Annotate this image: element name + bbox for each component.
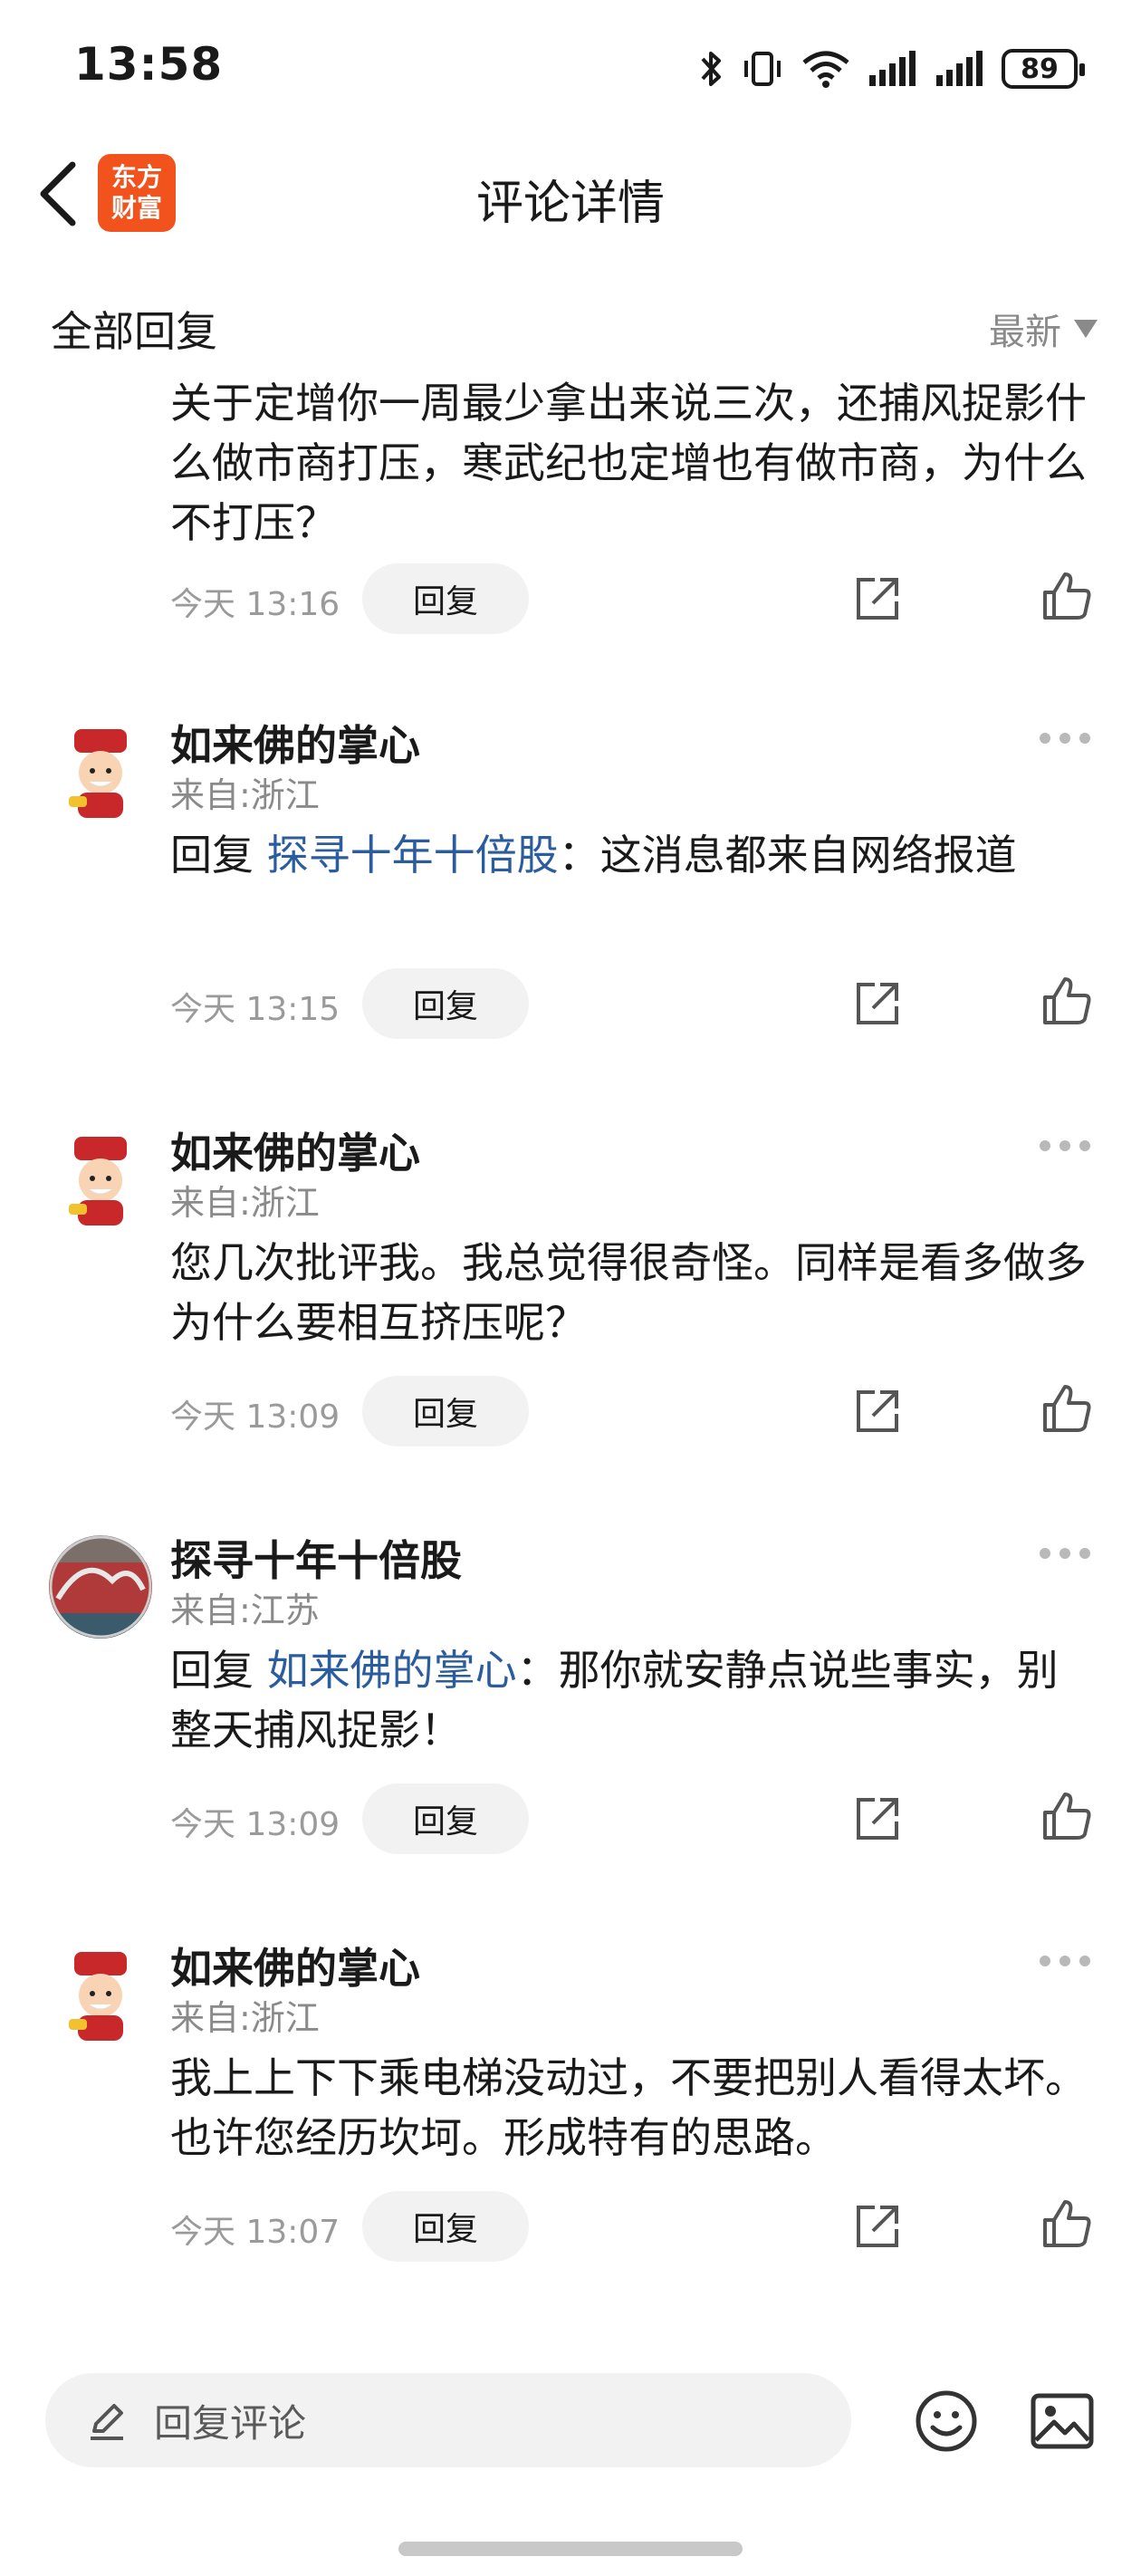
thumbs-up-icon[interactable]: [1041, 1383, 1092, 1434]
share-icon[interactable]: [853, 2202, 902, 2251]
share-icon[interactable]: [853, 1387, 902, 1436]
comment-time: 今天 13:09: [170, 1806, 340, 1843]
more-icon[interactable]: [1040, 1140, 1090, 1151]
status-icons: 89: [699, 43, 1085, 94]
image-icon[interactable]: [1031, 2393, 1094, 2449]
comment-time: 今天 13:16: [170, 586, 340, 623]
avatar[interactable]: [49, 1535, 152, 1639]
thumbs-up-icon[interactable]: [1041, 976, 1092, 1026]
reply-input[interactable]: 回复评论: [45, 2373, 851, 2467]
avatar[interactable]: [49, 1128, 152, 1231]
comment-location: 来自:浙江: [170, 1183, 320, 1223]
more-icon[interactable]: [1040, 1956, 1090, 1966]
comment-text: 关于定增你一周最少拿出来说三次，还捕风捉影什么做市商打压，寒武纪也定增也有做市商…: [170, 379, 1087, 547]
comment-text: 回复 探寻十年十倍股：这消息都来自网络报道: [170, 825, 1094, 885]
more-icon[interactable]: [1040, 733, 1090, 744]
thumbs-up-icon[interactable]: [1041, 2198, 1092, 2249]
list-header: 全部回复 最新: [0, 272, 1141, 380]
status-time: 13:58: [74, 38, 224, 91]
reply-to-user-link[interactable]: 如来佛的掌心: [267, 1646, 517, 1695]
all-replies-label: 全部回复: [51, 307, 217, 356]
reply-prefix: 回复: [170, 1646, 254, 1695]
pen-icon: [91, 2404, 123, 2440]
share-icon[interactable]: [853, 979, 902, 1028]
wifi-icon: [802, 51, 849, 88]
vibrate-icon: [744, 52, 781, 86]
thumbs-up-icon[interactable]: [1041, 1791, 1092, 1841]
nav-bar: 东方 财富 评论详情: [0, 136, 1141, 254]
comment-author[interactable]: 如来佛的掌心: [170, 1936, 420, 1995]
battery-indicator: 89: [1002, 49, 1085, 89]
battery-level: 89: [1021, 53, 1059, 85]
avatar[interactable]: [49, 1943, 152, 2046]
bluetooth-icon: [701, 52, 721, 86]
sort-dropdown[interactable]: 最新: [989, 303, 1098, 355]
reply-to-user-link[interactable]: 探寻十年十倍股: [267, 831, 559, 879]
reply-button[interactable]: 回复: [362, 563, 529, 634]
bottom-reply-bar: 回复评论: [0, 2337, 1141, 2500]
share-icon[interactable]: [853, 574, 902, 623]
reply-button[interactable]: 回复: [362, 968, 529, 1039]
more-icon[interactable]: [1040, 1548, 1090, 1559]
comment-time: 今天 13:15: [170, 991, 340, 1028]
comment-location: 来自:浙江: [170, 775, 320, 815]
reply-button[interactable]: 回复: [362, 2191, 529, 2262]
comment-time: 今天 13:09: [170, 1399, 340, 1436]
page-title: 评论详情: [475, 177, 665, 231]
comment-location: 来自:浙江: [170, 1998, 320, 2038]
comment-text: 回复 如来佛的掌心：那你就安静点说些事实，别整天捕风捉影！: [170, 1640, 1094, 1760]
signal-icon: [869, 51, 916, 86]
reply-input-placeholder: 回复评论: [154, 2400, 307, 2446]
comment-location: 来自:江苏: [170, 1591, 320, 1630]
reply-button[interactable]: 回复: [362, 1376, 529, 1447]
share-icon[interactable]: [853, 1794, 902, 1843]
comment-author[interactable]: 探寻十年十倍股: [170, 1528, 462, 1588]
emoji-icon[interactable]: [915, 2389, 978, 2453]
avatar[interactable]: [49, 720, 152, 823]
comment-text: 您几次批评我。我总觉得很奇怪。同样是看多做多为什么要相互挤压呢？: [170, 1238, 1087, 1347]
signal-icon: [936, 51, 983, 86]
home-indicator[interactable]: [398, 2542, 743, 2556]
sort-label: 最新: [989, 312, 1061, 353]
triangle-down-icon: [1074, 320, 1098, 338]
status-bar: 13:58 89: [0, 0, 1141, 136]
reply-prefix: 回复: [170, 831, 254, 879]
comment-text-body: ：这消息都来自网络报道: [558, 831, 1017, 879]
thumbs-up-icon[interactable]: [1041, 571, 1092, 621]
comment-author[interactable]: 如来佛的掌心: [170, 713, 420, 773]
reply-button[interactable]: 回复: [362, 1783, 529, 1854]
comment-author[interactable]: 如来佛的掌心: [170, 1120, 420, 1180]
comment-text: 我上上下下乘电梯没动过，不要把别人看得太坏。也许您经历坎坷。形成特有的思路。: [170, 2053, 1087, 2162]
comment-time: 今天 13:07: [170, 2214, 340, 2251]
